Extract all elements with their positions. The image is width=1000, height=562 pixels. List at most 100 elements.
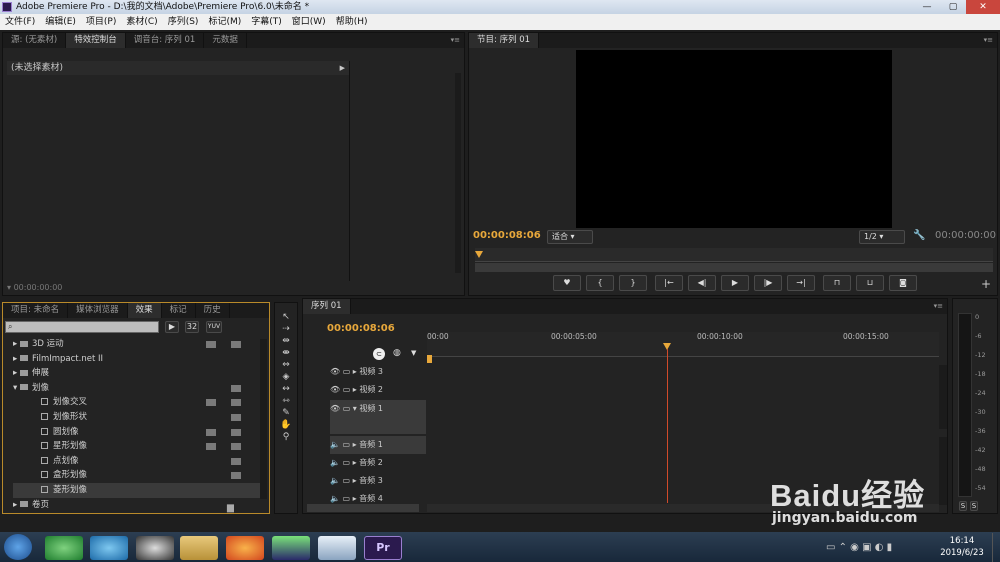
timeline-ruler[interactable]: 00:00 00:00:05:00 00:00:10:00 00:00:15:0… xyxy=(427,332,939,357)
track-video-3[interactable]: 👁 ▭ ▸ 视频 3 xyxy=(330,363,426,381)
program-zoom-bar[interactable] xyxy=(475,263,993,272)
effect-item[interactable]: 点划像 xyxy=(13,454,263,469)
track-video-2[interactable]: 👁 ▭ ▸ 视频 2 xyxy=(330,381,426,399)
rate-stretch-tool-icon[interactable]: ⇔ xyxy=(280,359,292,371)
menu-project[interactable]: 项目(P) xyxy=(81,14,121,30)
qq-penguin-icon[interactable] xyxy=(136,536,174,560)
mark-out-button[interactable]: } xyxy=(619,275,647,291)
track-audio-1[interactable]: 🔈 ▭ ▸ 音频 1 xyxy=(330,436,426,454)
eye-icon[interactable]: 👁 xyxy=(330,367,340,376)
effect-item[interactable]: 盒形划像 xyxy=(13,468,263,483)
go-to-in-button[interactable]: |← xyxy=(655,275,683,291)
slip-tool-icon[interactable]: ↔ xyxy=(280,383,292,395)
snap-icon[interactable]: ⊂ xyxy=(373,348,385,360)
effect-item[interactable]: 菱形划像 xyxy=(13,483,263,498)
tab-program[interactable]: 节目: 序列 01 xyxy=(469,33,540,48)
go-to-out-button[interactable]: →| xyxy=(787,275,815,291)
effects-scrollbar[interactable] xyxy=(260,339,267,499)
zoom-tool-icon[interactable]: ⚲ xyxy=(280,431,292,443)
program-panel-menu-icon[interactable]: ▾≡ xyxy=(984,36,993,44)
effect-item[interactable]: ▾ 划像 xyxy=(13,381,263,396)
effect-controls-scrollbar[interactable] xyxy=(455,73,461,273)
speaker-icon[interactable]: 🔈 xyxy=(330,458,340,467)
solo-left-button[interactable]: S xyxy=(959,501,967,511)
effect-item[interactable]: 圆划像 xyxy=(13,425,263,440)
video-app-icon[interactable] xyxy=(272,536,310,560)
menu-file[interactable]: 文件(F) xyxy=(0,14,40,30)
maximize-button[interactable]: ▢ xyxy=(940,0,966,14)
fit-dropdown[interactable]: 适合 ▾ xyxy=(547,230,593,244)
start-button[interactable] xyxy=(4,534,32,560)
effect-item[interactable]: ▸ 卷页 xyxy=(13,498,263,513)
work-area-start-marker[interactable] xyxy=(427,355,432,363)
ripple-edit-tool-icon[interactable]: ⇹ xyxy=(280,335,292,347)
step-back-button[interactable]: ◀| xyxy=(688,275,716,291)
window-app-icon[interactable] xyxy=(318,536,356,560)
timeline-timecode[interactable]: 00:00:08:06 xyxy=(327,323,395,334)
eye-icon[interactable]: 👁 xyxy=(330,404,340,413)
disclosure-arrow-icon[interactable]: ▸ xyxy=(13,500,20,510)
track-audio-3[interactable]: 🔈 ▭ ▸ 音频 3 xyxy=(330,472,426,490)
tab-audio-mixer[interactable]: 调音台: 序列 01 xyxy=(126,33,205,48)
file-explorer-icon[interactable] xyxy=(180,536,218,560)
razor-tool-icon[interactable]: ◈ xyxy=(280,371,292,383)
yuv-effects-button[interactable]: YUV xyxy=(206,321,222,333)
menu-clip[interactable]: 素材(C) xyxy=(121,14,162,30)
track-select-tool-icon[interactable]: ⇢ xyxy=(280,323,292,335)
effect-item[interactable]: 划像形状 xyxy=(13,410,263,425)
timeline-panel-menu-icon[interactable]: ▾≡ xyxy=(934,302,943,310)
tray-clock-date[interactable]: 2019/6/23 xyxy=(936,548,988,558)
menu-window[interactable]: 窗口(W) xyxy=(287,14,331,30)
tab-effects[interactable]: 效果 xyxy=(127,303,162,318)
program-time-ruler[interactable] xyxy=(475,248,993,262)
extract-button[interactable]: ⊔ xyxy=(856,275,884,291)
disclosure-arrow-icon[interactable]: ▸ xyxy=(13,368,20,378)
quality-dropdown[interactable]: 1/2 ▾ xyxy=(859,230,905,244)
eye-icon[interactable]: 👁 xyxy=(330,385,340,394)
video-tracks-scrollbar[interactable] xyxy=(939,365,947,429)
add-button-icon[interactable]: + xyxy=(981,277,991,291)
audio-tracks-scrollbar[interactable] xyxy=(939,437,947,505)
menu-edit[interactable]: 编辑(E) xyxy=(40,14,81,30)
track-audio-2[interactable]: 🔈 ▭ ▸ 音频 2 xyxy=(330,454,426,472)
track-video-1[interactable]: 👁 ▭ ▾ 视频 1 xyxy=(330,400,426,434)
mark-in-button[interactable]: { xyxy=(586,275,614,291)
firefox-icon[interactable] xyxy=(226,536,264,560)
slide-tool-icon[interactable]: ⇿ xyxy=(280,395,292,407)
system-tray-icons[interactable]: ▭ ⌃ ◉ ▣ ◐ ▮ xyxy=(826,542,892,553)
tab-markers[interactable]: 标记 xyxy=(162,303,196,318)
tab-sequence[interactable]: 序列 01 xyxy=(303,299,351,314)
pen-tool-icon[interactable]: ✎ xyxy=(280,407,292,419)
disclosure-arrow-icon[interactable]: ▸ xyxy=(13,354,20,364)
set-marker-icon[interactable]: ◍ xyxy=(393,348,401,358)
add-marker-button[interactable]: ♥ xyxy=(553,275,581,291)
premiere-taskbar-button[interactable]: Pr xyxy=(364,536,402,560)
menu-marker[interactable]: 标记(M) xyxy=(203,14,246,30)
program-playhead-icon[interactable] xyxy=(475,251,483,258)
menu-sequence[interactable]: 序列(S) xyxy=(163,14,204,30)
speaker-icon[interactable]: 🔈 xyxy=(330,476,340,485)
marker-dropdown-icon[interactable]: ▼ xyxy=(411,349,416,357)
show-desktop-button[interactable] xyxy=(992,533,1000,562)
hand-tool-icon[interactable]: ✋ xyxy=(280,419,292,431)
menu-help[interactable]: 帮助(H) xyxy=(331,14,373,30)
speaker-icon[interactable]: 🔈 xyxy=(330,494,340,503)
tab-media-browser[interactable]: 媒体浏览器 xyxy=(68,303,128,318)
lift-button[interactable]: ⊓ xyxy=(823,275,851,291)
track-audio-4[interactable]: 🔈 ▭ ▸ 音频 4 xyxy=(330,490,426,508)
minimize-button[interactable]: — xyxy=(914,0,940,14)
tab-project[interactable]: 项目: 未命名 xyxy=(3,303,69,318)
speaker-icon[interactable]: 🔈 xyxy=(330,440,340,449)
media-player-icon[interactable] xyxy=(90,536,128,560)
expand-arrow-icon[interactable]: ▶ xyxy=(340,61,345,75)
tab-metadata[interactable]: 元数据 xyxy=(204,33,247,48)
tab-source[interactable]: 源: (无素材) xyxy=(3,33,67,48)
32bit-effects-button[interactable]: 32 xyxy=(185,321,199,333)
disclosure-arrow-icon[interactable]: ▾ xyxy=(13,383,20,393)
effect-item[interactable]: ▸ 伸展 xyxy=(13,366,263,381)
tray-clock-time[interactable]: 16:14 xyxy=(942,536,982,546)
tab-history[interactable]: 历史 xyxy=(196,303,230,318)
wrench-icon[interactable]: 🔧 xyxy=(913,230,925,241)
export-frame-camera-icon[interactable]: ◙ xyxy=(889,275,917,291)
rolling-edit-tool-icon[interactable]: ⇼ xyxy=(280,347,292,359)
